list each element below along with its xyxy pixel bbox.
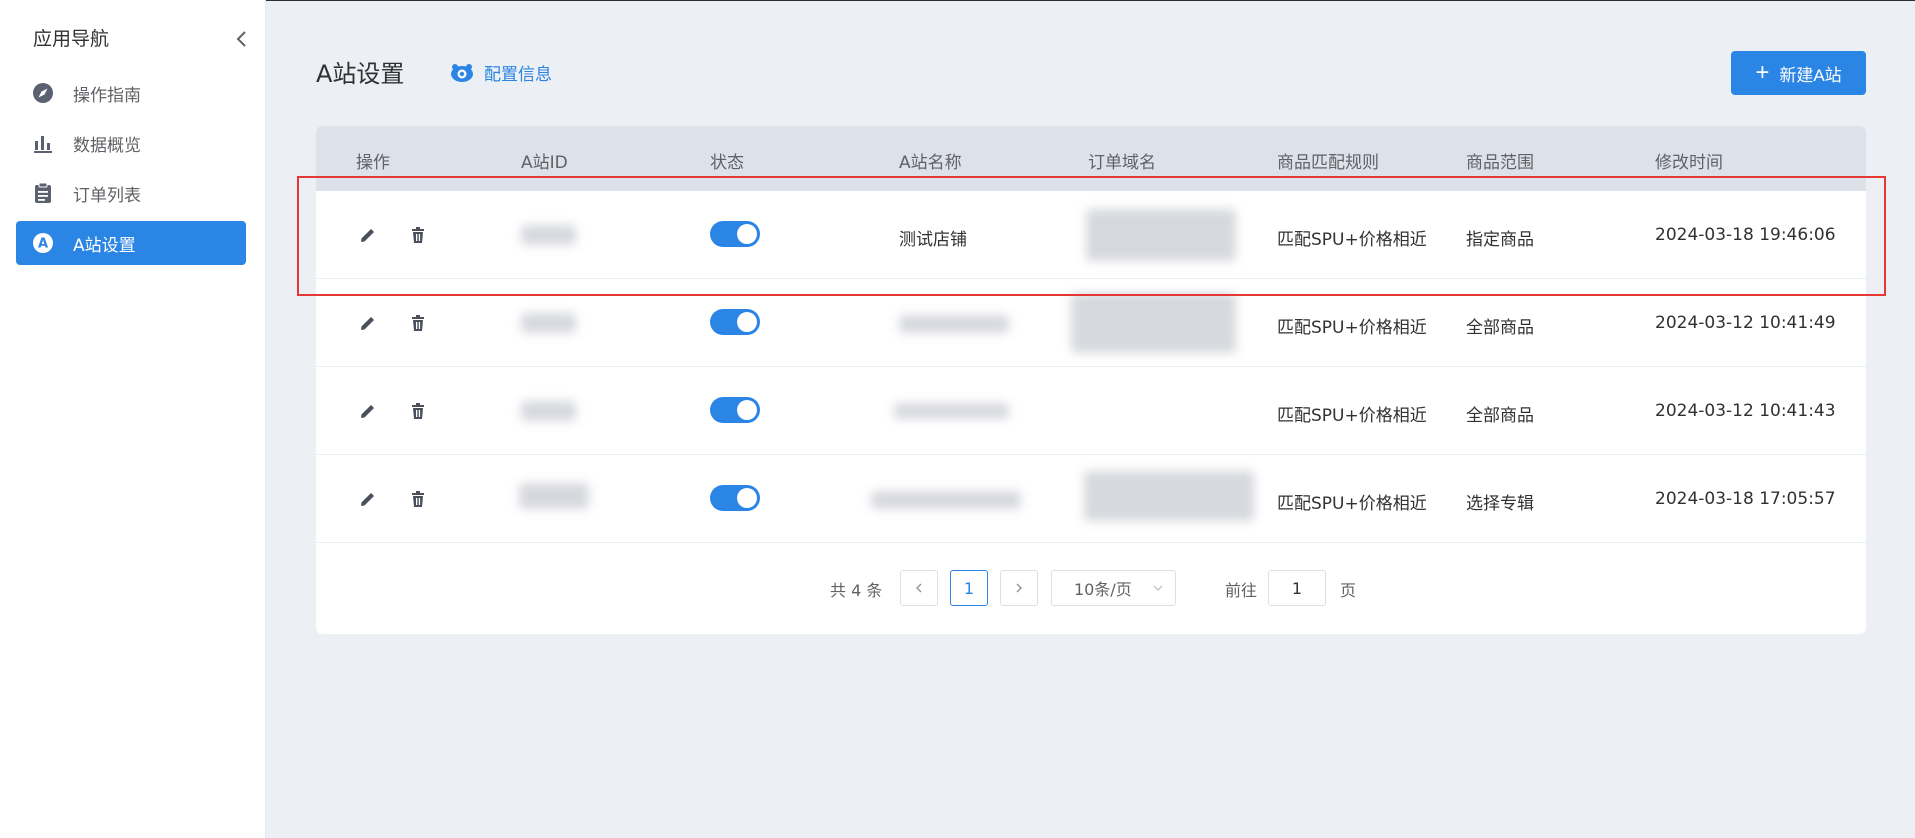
column-header-name: A站名称	[899, 153, 962, 173]
new-a-site-label: 新建A站	[1779, 65, 1842, 85]
column-header-scope: 商品范围	[1466, 153, 1534, 173]
blurred-domain	[1084, 471, 1254, 521]
blurred-name	[899, 315, 1009, 333]
page-title: A站设置	[316, 60, 405, 88]
pagination-total: 共 4 条	[830, 581, 883, 600]
match-rule: 匹配SPU+价格相近	[1277, 318, 1427, 338]
a-site-name: 测试店铺	[899, 230, 967, 250]
edit-icon[interactable]	[357, 312, 379, 334]
product-scope: 指定商品	[1466, 230, 1534, 250]
product-scope: 全部商品	[1466, 318, 1534, 338]
plus-icon: +	[1755, 59, 1770, 86]
match-rule: 匹配SPU+价格相近	[1277, 406, 1427, 426]
table-row: 测试店铺 匹配SPU+价格相近 指定商品 2024-03-18 19:46:06	[316, 191, 1866, 279]
blurred-id	[521, 225, 576, 245]
edit-icon[interactable]	[357, 488, 379, 510]
next-page-button[interactable]	[1000, 570, 1038, 606]
modified-time: 2024-03-18 19:46:06	[1655, 225, 1836, 245]
blurred-name	[894, 403, 1009, 419]
prev-page-button[interactable]	[900, 570, 938, 606]
new-a-site-button[interactable]: + 新建A站	[1731, 51, 1866, 95]
column-header-match-rule: 商品匹配规则	[1277, 153, 1379, 173]
window-top-border	[0, 0, 1915, 1]
svg-text:A: A	[38, 237, 48, 252]
delete-icon[interactable]	[407, 400, 429, 422]
blurred-name	[871, 491, 1021, 509]
column-header-domain: 订单域名	[1088, 153, 1156, 173]
modified-time: 2024-03-12 10:41:43	[1655, 401, 1836, 421]
chevron-right-icon	[1016, 583, 1022, 593]
blurred-id	[521, 313, 576, 333]
edit-icon[interactable]	[357, 400, 379, 422]
product-scope: 选择专辑	[1466, 494, 1534, 514]
column-header-modified-time: 修改时间	[1655, 153, 1723, 173]
pagination: 共 4 条 1 10条/页 前往 页	[316, 570, 1866, 606]
goto-label: 前往	[1225, 581, 1258, 600]
table-header: 操作 A站ID 状态 A站名称 订单域名 商品匹配规则 商品范围 修改时间	[316, 126, 1866, 191]
sidebar: 应用导航 操作指南 数据概览 订单列表 A A站设置	[0, 0, 266, 838]
modified-time: 2024-03-18 17:05:57	[1655, 489, 1836, 509]
blurred-id	[519, 483, 589, 509]
a-site-table: 操作 A站ID 状态 A站名称 订单域名 商品匹配规则 商品范围 修改时间 测试…	[316, 126, 1866, 634]
config-info-link[interactable]: 配置信息	[450, 60, 552, 85]
sidebar-item-label: A站设置	[73, 235, 136, 256]
page-size-value: 10条/页	[1074, 580, 1132, 599]
clipboard-icon	[31, 181, 55, 205]
modified-time: 2024-03-12 10:41:49	[1655, 313, 1836, 333]
eye-icon	[450, 63, 474, 83]
config-info-label: 配置信息	[484, 65, 552, 85]
page-size-select[interactable]: 10条/页	[1051, 570, 1176, 606]
edit-icon[interactable]	[357, 224, 379, 246]
navigation-icon	[31, 81, 55, 105]
sidebar-header: 应用导航	[33, 26, 253, 52]
sidebar-title: 应用导航	[33, 28, 110, 50]
match-rule: 匹配SPU+价格相近	[1277, 494, 1427, 514]
chevron-left-icon[interactable]	[231, 28, 253, 50]
sidebar-item-orders[interactable]: 订单列表	[16, 171, 246, 215]
sidebar-item-label: 订单列表	[73, 185, 141, 206]
column-header-actions: 操作	[356, 153, 390, 173]
match-rule: 匹配SPU+价格相近	[1277, 230, 1427, 250]
status-toggle[interactable]	[710, 221, 760, 247]
status-toggle[interactable]	[710, 397, 760, 423]
a-circle-icon: A	[31, 231, 55, 255]
chevron-left-icon	[916, 583, 922, 593]
sidebar-item-overview[interactable]: 数据概览	[16, 121, 246, 165]
status-toggle[interactable]	[710, 485, 760, 511]
table-row: 匹配SPU+价格相近 全部商品 2024-03-12 10:41:49	[316, 279, 1866, 367]
page-suffix-label: 页	[1340, 581, 1357, 600]
chevron-down-icon	[1153, 585, 1163, 591]
sidebar-item-label: 操作指南	[73, 85, 141, 106]
bar-chart-icon	[31, 131, 55, 155]
table-row: 匹配SPU+价格相近 选择专辑 2024-03-18 17:05:57	[316, 455, 1866, 543]
column-header-id: A站ID	[521, 153, 568, 173]
delete-icon[interactable]	[407, 312, 429, 334]
sidebar-item-label: 数据概览	[73, 135, 141, 156]
status-toggle[interactable]	[710, 309, 760, 335]
sidebar-item-guide[interactable]: 操作指南	[16, 71, 246, 115]
goto-page-input[interactable]	[1268, 570, 1326, 606]
blurred-domain	[1086, 209, 1236, 261]
delete-icon[interactable]	[407, 488, 429, 510]
delete-icon[interactable]	[407, 224, 429, 246]
page-number-button[interactable]: 1	[950, 570, 988, 606]
blurred-domain	[1071, 293, 1236, 353]
column-header-status: 状态	[710, 153, 744, 173]
table-row: 匹配SPU+价格相近 全部商品 2024-03-12 10:41:43	[316, 367, 1866, 455]
sidebar-item-a-site-settings[interactable]: A A站设置	[16, 221, 246, 265]
product-scope: 全部商品	[1466, 406, 1534, 426]
blurred-id	[521, 401, 576, 421]
